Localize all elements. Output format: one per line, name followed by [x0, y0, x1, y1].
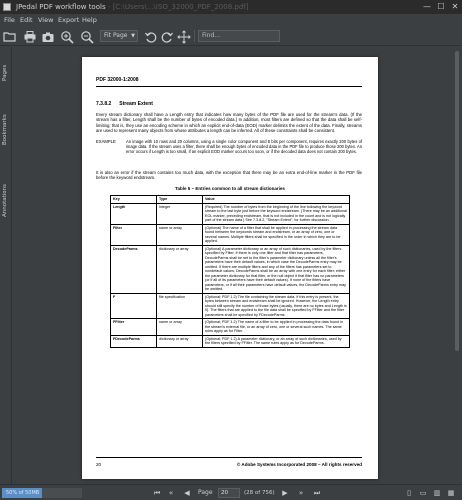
minimize-button[interactable]: —: [420, 0, 434, 14]
toolbar-divider: [194, 30, 195, 42]
title-bar: JPedal PDF workflow tools - [C:\Users\..…: [0, 0, 462, 14]
find-input[interactable]: Find...: [198, 30, 280, 42]
table-row: FFilter name or array (Optional; PDF 1.2…: [110, 318, 350, 336]
menu-bar: File Edit View Export Help: [0, 14, 462, 26]
stream-dictionary-table: Key Type Value Length integer (Required)…: [110, 195, 350, 348]
zoom-out-icon[interactable]: [80, 29, 94, 44]
table-caption: Table 5 – Entries common to all stream d…: [175, 186, 285, 191]
zoom-select[interactable]: Fit Page ▼: [100, 30, 138, 42]
thumbnail-view-icon[interactable]: ▦: [446, 488, 456, 498]
camera-icon[interactable]: [41, 29, 55, 43]
vertical-scrollbar[interactable]: [452, 47, 462, 484]
scrollbar-thumb[interactable]: [455, 51, 459, 351]
section-number: 7.3.8.2: [96, 101, 112, 107]
table-cell-type: integer: [156, 202, 203, 225]
table-row: FDecodeParms dictionary or array (Option…: [110, 334, 350, 348]
last-page-icon[interactable]: ⏭: [312, 488, 322, 498]
single-page-view-icon[interactable]: ▯: [404, 488, 414, 498]
app-icon: [3, 3, 11, 11]
back-ten-pages-icon[interactable]: «: [166, 488, 176, 498]
table-cell-key: Length: [110, 202, 157, 225]
progress-label: 50% of 50MB: [6, 490, 40, 496]
table-cell-key: FDecodeParms: [110, 334, 157, 348]
window-title: JPedal PDF workflow tools - [C:\Users\..…: [16, 0, 248, 14]
table-header-row: Key Type Value: [110, 195, 350, 204]
table-cell-value: (Optional; PDF 1.2) The file containing …: [202, 292, 350, 319]
sidebar-tab-pages-label: Pages: [2, 64, 8, 81]
close-button[interactable]: ✕: [448, 0, 462, 14]
table-cell-key: F: [110, 292, 157, 319]
toolbar: Fit Page ▼ Find...: [0, 26, 462, 46]
table-header-cell: Key: [110, 195, 157, 204]
window-title-path: - [C:\Users\...\ISO_32000_PDF_2008.pdf]: [107, 3, 249, 11]
zoom-select-value: Fit Page: [104, 32, 128, 39]
sidebar-tab-pages[interactable]: Pages: [0, 55, 12, 85]
status-bar: 50% of 50MB ⏮ « ◀ Page 20 (28 of 756) ▶ …: [0, 484, 462, 500]
open-folder-icon[interactable]: [3, 29, 17, 43]
menu-help[interactable]: Help: [82, 14, 97, 26]
table-cell-type: dictionary or array: [156, 244, 203, 294]
print-icon[interactable]: [23, 29, 37, 43]
facing-pages-view-icon[interactable]: ▥: [432, 488, 442, 498]
table-header-cell: Value: [202, 195, 350, 204]
table-row: Filter name or array (Optional) The name…: [110, 223, 350, 246]
maximize-button[interactable]: ☐: [434, 0, 448, 14]
pdf-page: PDF 32000-1:2008 7.3.8.2 Stream Extent Ev…: [82, 57, 378, 479]
example-text: An image with 10 rows and 20 columns, us…: [126, 139, 362, 155]
table-cell-value: (Optional) A parameter dictionary or an …: [202, 244, 350, 294]
section-title: Stream Extent: [119, 101, 153, 107]
table-cell-value: (Optional) The name of a filter that sha…: [202, 223, 350, 246]
table-row: Length integer (Required) The number of …: [110, 202, 350, 225]
table-cell-type: name or array: [156, 223, 203, 246]
page-label: Page: [198, 489, 213, 496]
page-footer-copyright: © Adobe Systems Incorporated 2008 – All …: [236, 462, 362, 467]
paragraph-stream-length: Every stream dictionary shall have a Len…: [96, 112, 362, 133]
table-header-cell: Type: [156, 195, 203, 204]
footer-rule: [96, 457, 362, 458]
table-cell-value: (Optional; PDF 1.2) A parameter dictiona…: [202, 334, 350, 348]
table-cell-type: name or array: [156, 318, 203, 336]
rotate-right-icon[interactable]: [160, 29, 174, 43]
table-cell-key: Filter: [110, 223, 157, 246]
table-cell-type: dictionary or array: [156, 334, 203, 348]
page-number-input[interactable]: 20: [218, 488, 240, 498]
left-sidebar: Pages Bookmarks Annotations: [0, 47, 12, 484]
menu-view[interactable]: View: [38, 14, 53, 26]
table-cell-value: (Required) The number of bytes from the …: [202, 202, 350, 225]
pan-move-icon[interactable]: [177, 29, 191, 44]
forward-ten-pages-icon[interactable]: »: [296, 488, 306, 498]
sidebar-tab-bookmarks[interactable]: Bookmarks: [0, 87, 12, 147]
continuous-view-icon[interactable]: ▭: [418, 488, 428, 498]
table-cell-type: file specification: [156, 292, 203, 319]
section-heading: 7.3.8.2 Stream Extent: [96, 101, 161, 107]
sidebar-tab-annotations[interactable]: Annotations: [0, 149, 12, 219]
page-header: PDF 32000-1:2008: [96, 77, 139, 83]
table-cell-value: (Optional; PDF 1.2) The name of a filter…: [202, 318, 350, 336]
zoom-in-icon[interactable]: [60, 29, 74, 44]
menu-export[interactable]: Export: [58, 14, 79, 26]
menu-edit[interactable]: Edit: [20, 14, 33, 26]
menu-file[interactable]: File: [4, 14, 15, 26]
table-cell-key: FFilter: [110, 318, 157, 336]
window-title-text: JPedal PDF workflow tools: [16, 3, 106, 11]
page-count: (28 of 756): [244, 490, 275, 496]
next-page-icon[interactable]: ▶: [280, 488, 290, 498]
chevron-down-icon: ▼: [131, 33, 135, 39]
header-rule: [96, 86, 362, 87]
paragraph-too-much-data: It is also an error if the stream contai…: [96, 170, 362, 181]
example-label: EXAMPLE: [96, 139, 116, 144]
table-row: F file specification (Optional; PDF 1.2)…: [110, 292, 350, 319]
memory-progress-bar: 50% of 50MB: [2, 488, 82, 498]
table-cell-key: DecodeParms: [110, 244, 157, 294]
sidebar-tab-bookmarks-label: Bookmarks: [2, 114, 8, 145]
page-footer-number: 20: [96, 462, 102, 467]
rotate-left-icon[interactable]: [144, 29, 158, 43]
first-page-icon[interactable]: ⏮: [152, 488, 162, 498]
sidebar-tab-annotations-label: Annotations: [2, 183, 8, 217]
table-row: DecodeParms dictionary or array (Optiona…: [110, 244, 350, 294]
previous-page-icon[interactable]: ◀: [182, 488, 192, 498]
